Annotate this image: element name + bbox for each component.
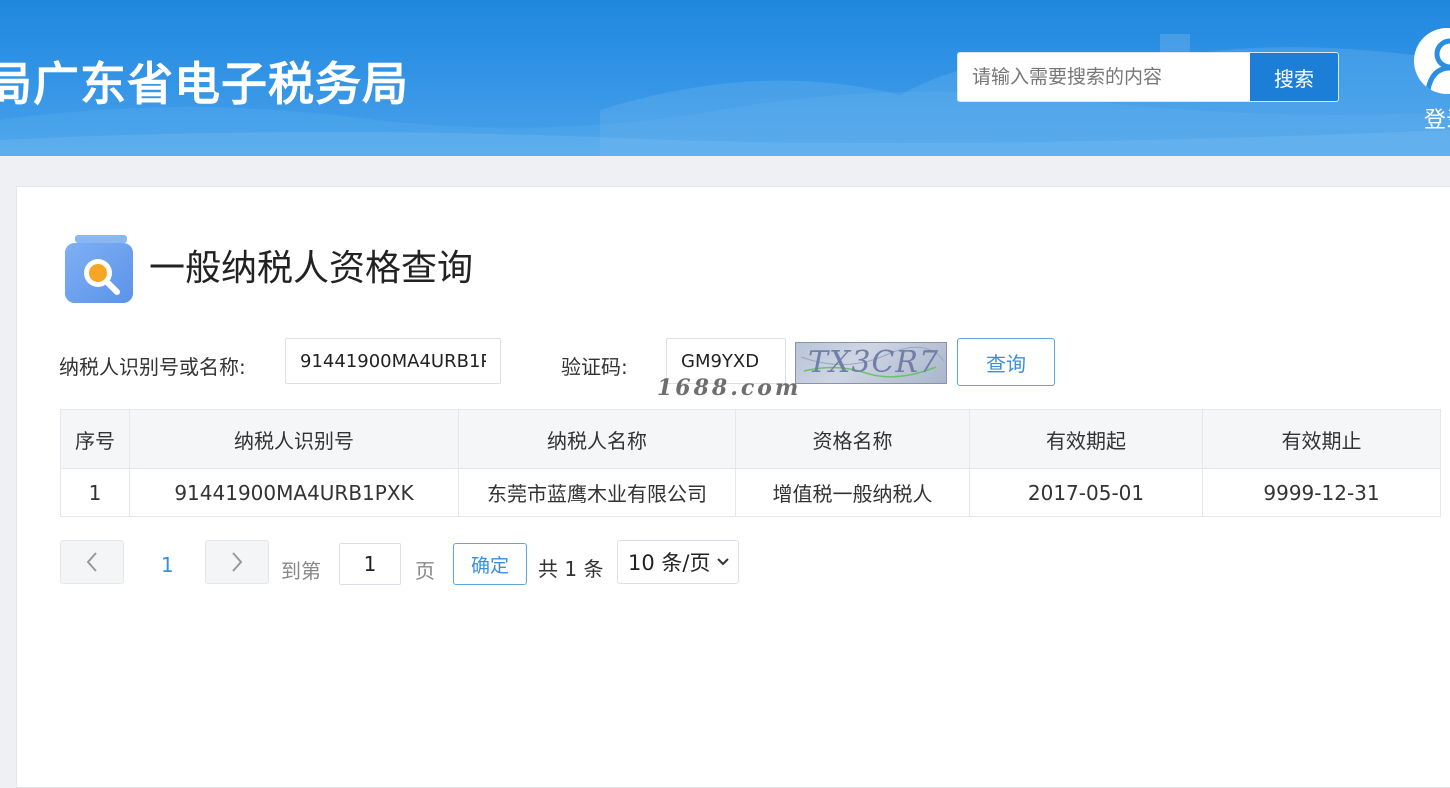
login-link[interactable]: 登录	[1414, 28, 1450, 138]
results-table: 序号 纳税人识别号 纳税人名称 资格名称 有效期起 有效期止 1 9144190…	[60, 409, 1441, 517]
site-title: 局广东省电子税务局	[0, 57, 409, 111]
col-header-valid-from: 有效期起	[969, 409, 1203, 469]
cell-index: 1	[60, 468, 130, 517]
cell-name: 东莞市蓝鹰木业有限公司	[458, 468, 736, 517]
col-header-qualification: 资格名称	[735, 409, 970, 469]
total-count: 共 1 条	[538, 557, 604, 581]
chevron-down-icon	[717, 558, 730, 566]
goto-page-input[interactable]	[339, 543, 401, 585]
user-icon	[1414, 28, 1450, 94]
cell-taxid: 91441900MA4URB1PXK	[129, 468, 459, 517]
page-number-1[interactable]: 1	[161, 553, 174, 577]
page-size-value: 10 条/页	[628, 551, 711, 575]
search-box: 搜索	[957, 52, 1339, 102]
site-header: 局广东省电子税务局 搜索 登录	[0, 0, 1450, 156]
page-title: 一般纳税人资格查询	[149, 248, 474, 289]
query-button[interactable]: 查询	[957, 338, 1055, 386]
taxid-input[interactable]	[285, 338, 501, 384]
goto-suffix: 页	[415, 559, 435, 583]
search-input[interactable]	[958, 53, 1250, 101]
chevron-right-icon	[232, 552, 243, 572]
chevron-left-icon	[86, 552, 97, 572]
query-card: 一般纳税人资格查询 纳税人识别号或名称: 验证码: TX3CR7 1688.co…	[16, 186, 1450, 788]
captcha-label: 验证码:	[561, 355, 628, 379]
cell-valid-to: 9999-12-31	[1202, 468, 1441, 517]
login-label: 登录	[1424, 108, 1450, 133]
cell-qualification: 增值税一般纳税人	[735, 468, 970, 517]
table-header-row: 序号 纳税人识别号 纳税人名称 资格名称 有效期起 有效期止	[60, 409, 1441, 469]
taxid-label: 纳税人识别号或名称:	[59, 355, 246, 379]
col-header-index: 序号	[60, 409, 130, 469]
confirm-goto-button[interactable]: 确定	[453, 543, 527, 585]
page-size-select[interactable]: 10 条/页	[617, 540, 739, 584]
col-header-valid-to: 有效期止	[1202, 409, 1441, 469]
captcha-image-text: TX3CR7	[808, 345, 940, 380]
search-document-icon	[65, 235, 133, 303]
captcha-image[interactable]: TX3CR7	[795, 342, 947, 384]
table-row: 1 91441900MA4URB1PXK 东莞市蓝鹰木业有限公司 增值税一般纳税…	[60, 468, 1441, 517]
prev-page-button[interactable]	[60, 540, 124, 584]
col-header-taxid: 纳税人识别号	[129, 409, 459, 469]
cell-valid-from: 2017-05-01	[969, 468, 1203, 517]
search-button[interactable]: 搜索	[1250, 53, 1338, 101]
goto-prefix: 到第	[281, 559, 321, 583]
next-page-button[interactable]	[205, 540, 269, 584]
watermark-text: 1688.com	[657, 375, 802, 401]
col-header-name: 纳税人名称	[458, 409, 736, 469]
